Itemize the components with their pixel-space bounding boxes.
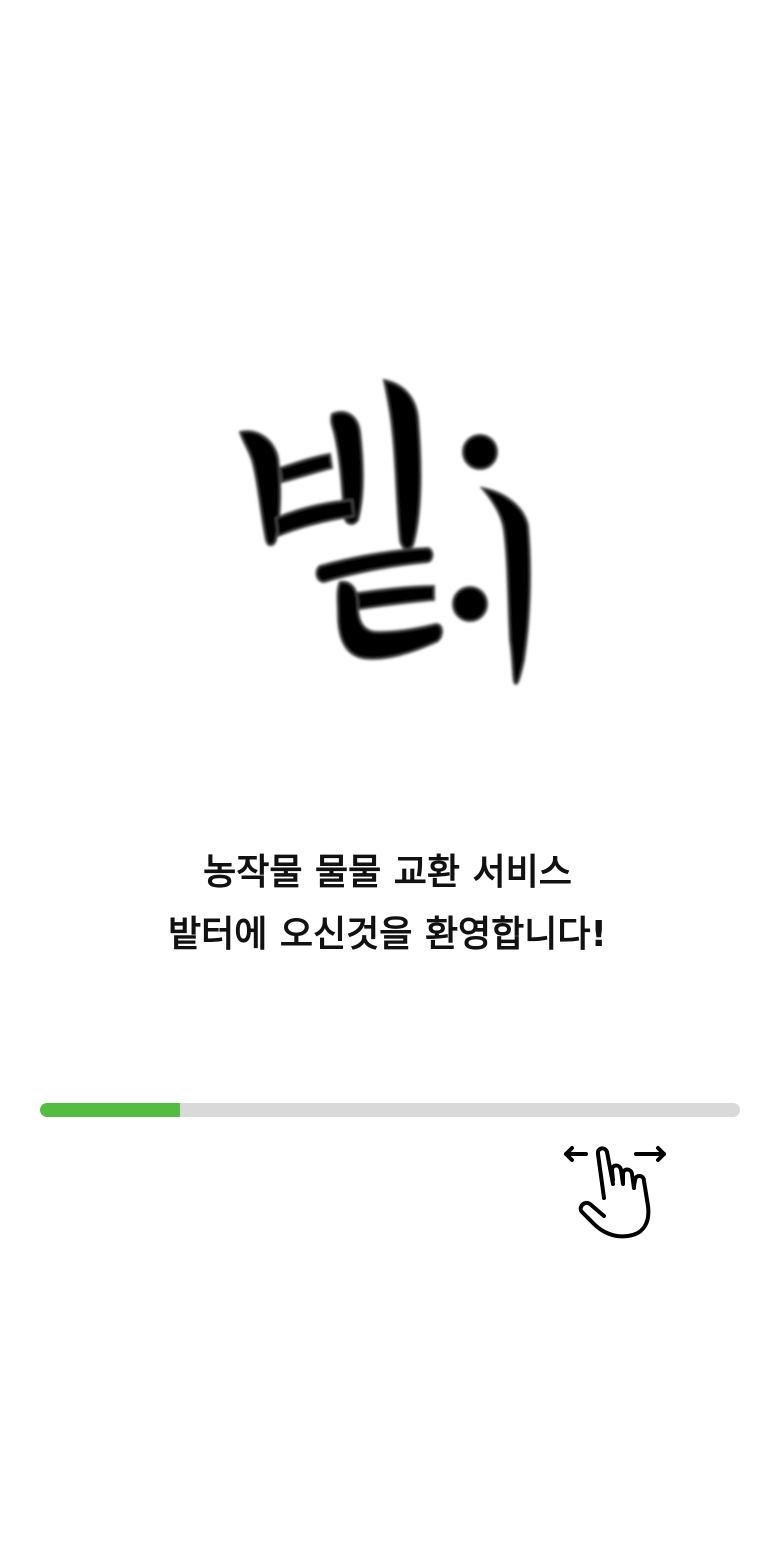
brand-logo: [228, 370, 548, 690]
onboarding-progress-track: [40, 1103, 740, 1117]
welcome-line-2: 밭터에 오신것을 환영합니다!: [168, 914, 607, 955]
swipe-hint: [558, 1134, 670, 1244]
swipe-horizontal-icon: [564, 1146, 666, 1239]
onboarding-screen[interactable]: 농작물 물물 교환 서비스 밭터에 오신것을 환영합니다!: [0, 0, 775, 1546]
welcome-message: 농작물 물물 교환 서비스 밭터에 오신것을 환영합니다!: [0, 842, 775, 966]
onboarding-progress-fill: [40, 1103, 180, 1117]
welcome-line-1: 농작물 물물 교환 서비스: [203, 852, 572, 893]
calligraphy-logo-icon: [238, 378, 532, 686]
